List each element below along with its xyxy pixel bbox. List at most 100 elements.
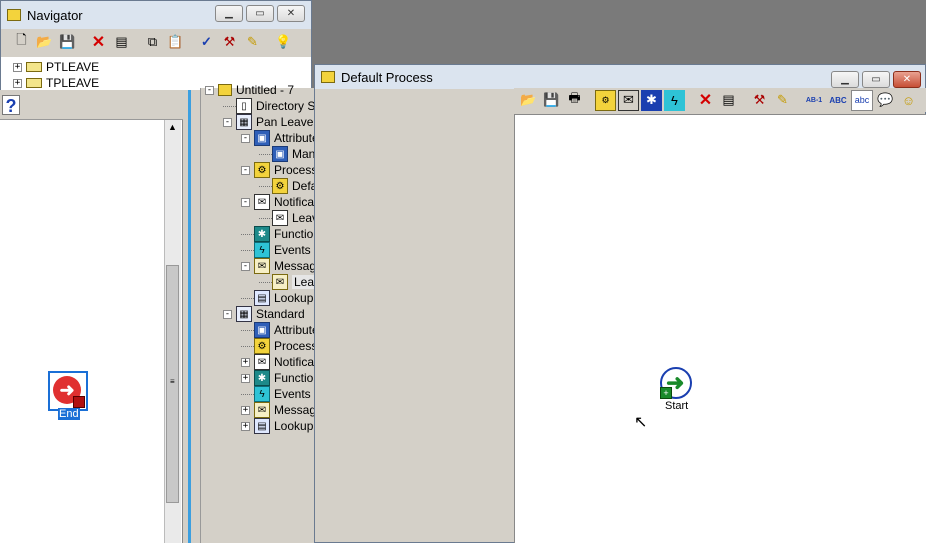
attribute-icon: ▣ xyxy=(254,130,270,146)
event-icon: ϟ xyxy=(254,386,270,402)
app-icon xyxy=(7,9,21,21)
process-icon: ⚙ xyxy=(272,178,288,194)
tree-row[interactable]: + PTLEAVE xyxy=(13,59,99,75)
paste-icon[interactable]: 📋 xyxy=(165,32,186,53)
label-abc-upper-icon[interactable]: ABC xyxy=(827,90,849,111)
open-folder-icon[interactable]: 📂 xyxy=(34,32,55,53)
collapse-icon[interactable]: - xyxy=(241,261,250,271)
process-app-icon xyxy=(321,71,335,83)
hammer-icon[interactable]: ⚒ xyxy=(219,32,240,53)
message-icon: ✉ xyxy=(272,274,288,290)
tree-item-label: Events xyxy=(274,243,311,257)
help-icon[interactable]: ? xyxy=(2,95,20,116)
minimize-button[interactable]: ▁ xyxy=(831,71,859,88)
restore-button[interactable]: ▭ xyxy=(862,71,890,88)
end-node-label: End xyxy=(58,408,80,420)
collapse-icon[interactable]: - xyxy=(223,117,232,127)
expand-icon[interactable]: + xyxy=(241,421,250,431)
navigator-titlebar[interactable]: Navigator ▁ ▭ ✕ xyxy=(1,1,311,29)
process-toolbar: 📂 💾 🖶 ⚙ ✉ ✱ ϟ ✕ ▤ ⚒ ✎ AB-1 ABC abc 💬 ☺ xyxy=(514,88,926,112)
item-type-icon: ▦ xyxy=(236,114,252,130)
tree-item-label: TPLEAVE xyxy=(46,76,100,90)
item-type-icon: ▦ xyxy=(236,306,252,322)
expand-icon[interactable]: + xyxy=(13,78,22,88)
label-ab1-icon[interactable]: AB-1 xyxy=(803,90,825,111)
window-title: Navigator xyxy=(27,7,83,23)
process-window-title: Default Process xyxy=(341,69,433,85)
process-diagram-canvas[interactable]: ➜ + Start ↖ xyxy=(514,114,926,543)
verify-check-icon[interactable]: ✓ xyxy=(196,32,217,53)
collapse-icon[interactable]: - xyxy=(223,309,232,319)
scroll-up-arrow[interactable]: ▲ xyxy=(168,122,177,132)
tree-row[interactable]: - ▣ Attributes xyxy=(241,130,325,146)
pencil-icon[interactable]: ✎ xyxy=(772,90,793,111)
pencil-icon[interactable]: ✎ xyxy=(242,32,263,53)
tree-item-label: Standard xyxy=(256,307,305,321)
tree-row[interactable]: ϟ Events xyxy=(241,242,311,258)
message-icon: ✉ xyxy=(254,402,270,418)
vertical-scrollbar[interactable]: ▲ ≡ xyxy=(164,120,181,543)
message-icon: ✉ xyxy=(254,258,270,274)
minimize-button[interactable]: ▁ xyxy=(215,5,243,22)
help-toolbar: ? xyxy=(0,90,183,120)
event-icon[interactable]: ϟ xyxy=(664,89,685,111)
event-icon: ϟ xyxy=(254,242,270,258)
notification-icon: ✉ xyxy=(272,210,288,226)
tree-root[interactable]: - Untitled - 7 xyxy=(205,82,294,98)
properties-icon[interactable]: ▤ xyxy=(111,32,132,53)
expand-icon[interactable]: + xyxy=(241,357,250,367)
close-button[interactable]: ✕ xyxy=(277,5,305,22)
end-badge-icon xyxy=(73,396,85,408)
function-icon: ✱ xyxy=(254,226,270,242)
lookup-type-icon: ▤ xyxy=(254,290,270,306)
expand-icon[interactable]: + xyxy=(241,405,250,415)
process-icon[interactable]: ⚙ xyxy=(595,89,616,111)
directory-icon: ▯ xyxy=(236,98,252,114)
splitter[interactable] xyxy=(183,90,200,543)
tag-icon xyxy=(26,62,42,72)
expand-icon[interactable]: + xyxy=(241,373,250,383)
notification-icon[interactable]: ✉ xyxy=(618,89,639,111)
process-titlebar[interactable]: Default Process ▁ ▭ ✕ xyxy=(315,65,925,89)
function-icon: ✱ xyxy=(254,370,270,386)
close-button[interactable]: ✕ xyxy=(893,71,921,88)
label-abc-lower-icon[interactable]: abc xyxy=(851,89,873,111)
collapse-icon[interactable]: - xyxy=(241,165,250,175)
mouse-cursor-icon: ↖ xyxy=(634,414,648,431)
copy-icon[interactable]: ⧉ xyxy=(142,32,163,53)
end-node[interactable]: ➜ xyxy=(48,371,88,411)
speech-bubble-icon[interactable]: 💬 xyxy=(875,90,896,111)
tree-item-label: Events xyxy=(274,387,311,401)
open-folder-icon[interactable]: 📂 xyxy=(518,90,539,111)
bulb-icon[interactable]: 💡 xyxy=(273,32,294,53)
process-icon: ⚙ xyxy=(254,162,270,178)
hammer-icon[interactable]: ⚒ xyxy=(749,90,770,111)
print-icon[interactable]: 🖶 xyxy=(564,90,585,111)
tree-row[interactable]: ▣ Attributes xyxy=(241,322,325,338)
delete-icon[interactable]: ✕ xyxy=(88,32,109,53)
new-file-icon[interactable]: 🗋 xyxy=(11,32,32,53)
start-node[interactable]: ➜ + xyxy=(660,367,692,399)
function-icon[interactable]: ✱ xyxy=(641,89,662,111)
save-icon[interactable]: 💾 xyxy=(57,32,78,53)
maximize-button[interactable]: ▭ xyxy=(246,5,274,22)
collapse-icon[interactable]: - xyxy=(241,133,250,143)
notification-icon: ✉ xyxy=(254,354,270,370)
navigator-window: Navigator ▁ ▭ ✕ 🗋 📂 💾 ✕ ▤ ⧉ 📋 ✓ ⚒ ✎ 💡 + … xyxy=(0,0,312,91)
navigator-toolbar: 🗋 📂 💾 ✕ ▤ ⧉ 📋 ✓ ⚒ ✎ 💡 xyxy=(1,29,311,55)
properties-icon[interactable]: ▤ xyxy=(718,90,739,111)
collapse-icon[interactable]: - xyxy=(205,85,214,95)
collapse-icon[interactable]: - xyxy=(241,197,250,207)
save-icon[interactable]: 💾 xyxy=(541,90,562,111)
lookup-type-icon: ▤ xyxy=(254,418,270,434)
smiley-icon[interactable]: ☺ xyxy=(898,90,919,111)
attribute-icon: ▣ xyxy=(254,322,270,338)
tree-row[interactable]: ϟ Events xyxy=(241,386,311,402)
delete-icon[interactable]: ✕ xyxy=(695,90,716,111)
tree-row[interactable]: - ▦ Standard xyxy=(223,306,305,322)
tree-row[interactable]: + TPLEAVE xyxy=(13,75,99,91)
process-icon: ⚙ xyxy=(254,338,270,354)
start-node-label: Start xyxy=(665,400,689,412)
expand-icon[interactable]: + xyxy=(13,62,22,72)
scroll-thumb[interactable]: ≡ xyxy=(166,265,179,503)
